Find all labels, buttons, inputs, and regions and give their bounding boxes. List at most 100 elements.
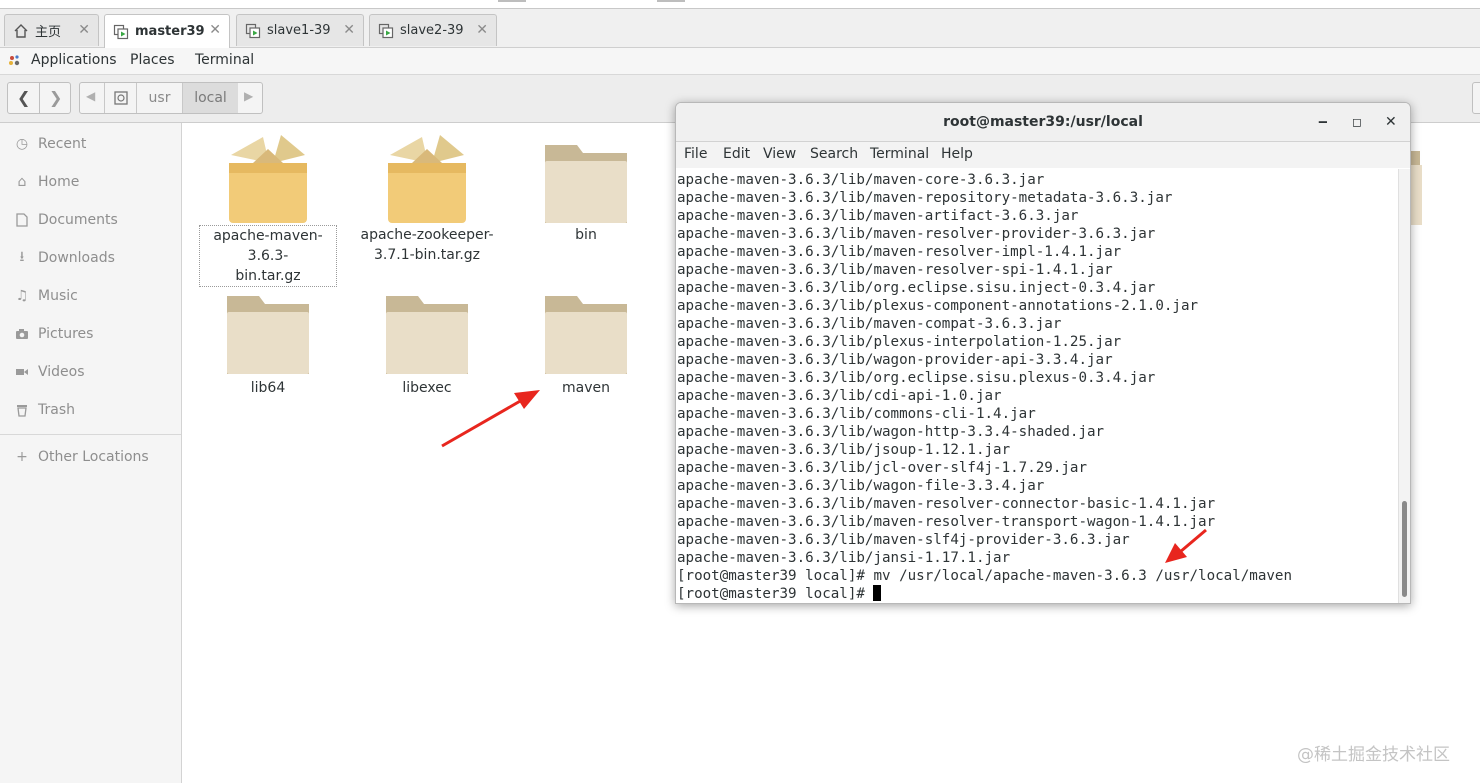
vm-icon [378, 23, 394, 38]
places-sidebar: ◷ Recent ⌂ Home Documents ⭳ Downloads ♫ … [0, 123, 182, 783]
vm-tab-master39[interactable]: master39 ✕ [104, 14, 230, 48]
breadcrumb-usr[interactable]: usr [136, 83, 182, 113]
breadcrumb-local[interactable]: local [182, 83, 238, 113]
close-icon[interactable]: ✕ [209, 22, 221, 38]
sidebar-item-pictures[interactable]: Pictures [0, 318, 181, 352]
sidebar-item-recent[interactable]: ◷ Recent [0, 128, 181, 162]
vm-tab-slave2[interactable]: slave2-39 ✕ [369, 14, 497, 46]
annotation-arrow-shaft [441, 398, 523, 448]
navigation-buttons: ❮ ❯ [7, 82, 71, 114]
vm-tab-bar: 主页 ✕ master39 ✕ slave1-39 ✕ slave2-39 ✕ [0, 9, 1480, 48]
breadcrumb-root[interactable] [104, 83, 136, 113]
file-label: libexec [402, 380, 452, 396]
folder-item-libexec[interactable]: libexec [357, 288, 497, 398]
clock-icon: ◷ [15, 136, 29, 152]
folder-item-maven[interactable]: maven [516, 288, 656, 398]
headerbar-overflow-button[interactable] [1472, 82, 1480, 114]
breadcrumb-right-arrow[interactable]: ▶ [244, 89, 253, 103]
vm-tab-label: slave2-39 [400, 23, 464, 38]
sidebar-item-music[interactable]: ♫ Music [0, 280, 181, 314]
sidebar-item-label: Music [38, 288, 78, 304]
back-button[interactable]: ❮ [17, 88, 30, 107]
folder-item-lib64[interactable]: lib64 [198, 288, 338, 398]
terminal-window: root@master39:/usr/local ‒ ◻ ✕ File Edit… [675, 102, 1411, 604]
text-cursor [873, 585, 882, 601]
sidebar-item-videos[interactable]: Videos [0, 356, 181, 390]
terminal-prompt-line: [root@master39 local]# [677, 585, 882, 603]
terminal-line: apache-maven-3.6.3/lib/wagon-provider-ap… [677, 352, 1113, 368]
breadcrumb-left-arrow[interactable]: ◀ [86, 89, 95, 103]
folder-icon [223, 288, 313, 378]
terminal-menu[interactable]: Terminal [195, 52, 254, 68]
terminal-menu-search[interactable]: Search [810, 146, 858, 162]
home-icon: ⌂ [17, 174, 27, 190]
maximize-icon[interactable]: ◻ [1352, 103, 1362, 141]
file-label-line: apache-maven-3.6.3- [213, 228, 323, 264]
host-top-strip [0, 0, 1480, 9]
folder-item-bin[interactable]: bin [516, 135, 656, 245]
terminal-line: apache-maven-3.6.3/lib/maven-resolver-im… [677, 244, 1122, 260]
terminal-menu-file[interactable]: File [684, 146, 707, 162]
vm-tab-slave1[interactable]: slave1-39 ✕ [236, 14, 364, 46]
terminal-line: apache-maven-3.6.3/lib/maven-repository-… [677, 190, 1173, 206]
places-menu[interactable]: Places [130, 52, 175, 68]
terminal-menubar: File Edit View Search Terminal Help [676, 142, 1410, 168]
terminal-line: apache-maven-3.6.3/lib/plexus-component-… [677, 298, 1199, 314]
minimize-icon[interactable]: ‒ [1318, 103, 1328, 141]
terminal-line: apache-maven-3.6.3/lib/commons-cli-1.4.j… [677, 406, 1036, 422]
terminal-line: apache-maven-3.6.3/lib/cdi-api-1.0.jar [677, 388, 1002, 404]
terminal-line: apache-maven-3.6.3/lib/jansi-1.17.1.jar [677, 550, 1011, 566]
applications-menu[interactable]: Applications [31, 52, 117, 68]
vm-tab-home[interactable]: 主页 ✕ [4, 14, 99, 46]
terminal-prompt: [root@master39 local]# [677, 586, 874, 602]
terminal-menu-help[interactable]: Help [941, 146, 973, 162]
close-icon[interactable]: ✕ [1385, 103, 1397, 141]
file-item-apache-maven-archive[interactable]: apache-maven-3.6.3- bin.tar.gz [198, 135, 338, 287]
file-label-line: bin.tar.gz [235, 268, 301, 284]
sidebar-item-label: Other Locations [38, 449, 149, 465]
file-label-line: 3.7.1-bin.tar.gz [374, 247, 480, 263]
archive-icon [382, 135, 472, 225]
download-icon: ⭳ [19, 249, 25, 265]
terminal-line: apache-maven-3.6.3/lib/org.eclipse.sisu.… [677, 370, 1156, 386]
sidebar-item-label: Videos [38, 364, 85, 380]
terminal-menu-view[interactable]: View [763, 146, 796, 162]
host-toolbar-stub [498, 0, 526, 2]
close-icon[interactable]: ✕ [476, 22, 488, 38]
terminal-line: apache-maven-3.6.3/lib/maven-resolver-tr… [677, 514, 1216, 530]
file-item-apache-zookeeper-archive[interactable]: apache-zookeeper- 3.7.1-bin.tar.gz [357, 135, 497, 265]
terminal-menu-terminal[interactable]: Terminal [870, 146, 929, 162]
sidebar-divider [0, 434, 181, 435]
close-icon[interactable]: ✕ [343, 22, 355, 38]
terminal-line: apache-maven-3.6.3/lib/wagon-file-3.3.4.… [677, 478, 1045, 494]
vm-icon [113, 24, 129, 39]
terminal-title: root@master39:/usr/local [676, 103, 1410, 142]
terminal-menu-edit[interactable]: Edit [723, 146, 750, 162]
sidebar-item-trash[interactable]: Trash [0, 394, 181, 428]
music-icon: ♫ [15, 288, 29, 304]
terminal-output[interactable]: apache-maven-3.6.3/lib/maven-core-3.6.3.… [676, 169, 1398, 603]
gnome-top-menu: Applications Places Terminal [0, 48, 1480, 75]
home-icon [14, 23, 28, 38]
sidebar-item-label: Documents [38, 212, 118, 228]
close-icon[interactable]: ✕ [78, 22, 90, 38]
sidebar-item-label: Downloads [38, 250, 115, 266]
file-label: apache-zookeeper- 3.7.1-bin.tar.gz [357, 225, 497, 265]
file-label: bin [575, 227, 597, 243]
folder-icon [541, 288, 631, 378]
vm-tab-label: 主页 [35, 25, 62, 40]
sidebar-item-other-locations[interactable]: + Other Locations [0, 441, 181, 475]
terminal-line: apache-maven-3.6.3/lib/jcl-over-slf4j-1.… [677, 460, 1087, 476]
terminal-line: apache-maven-3.6.3/lib/maven-resolver-pr… [677, 226, 1156, 242]
terminal-line: apache-maven-3.6.3/lib/org.eclipse.sisu.… [677, 280, 1156, 296]
sidebar-item-documents[interactable]: Documents [0, 204, 181, 238]
folder-icon [382, 288, 472, 378]
terminal-scrollbar[interactable] [1398, 169, 1410, 603]
sidebar-item-downloads[interactable]: ⭳ Downloads [0, 242, 181, 276]
sidebar-item-label: Pictures [38, 326, 94, 342]
file-label: apache-maven-3.6.3- bin.tar.gz [199, 225, 337, 287]
drive-icon [113, 91, 128, 105]
sidebar-item-home[interactable]: ⌂ Home [0, 166, 181, 200]
scrollbar-thumb[interactable] [1402, 501, 1407, 597]
forward-button[interactable]: ❯ [49, 88, 62, 107]
